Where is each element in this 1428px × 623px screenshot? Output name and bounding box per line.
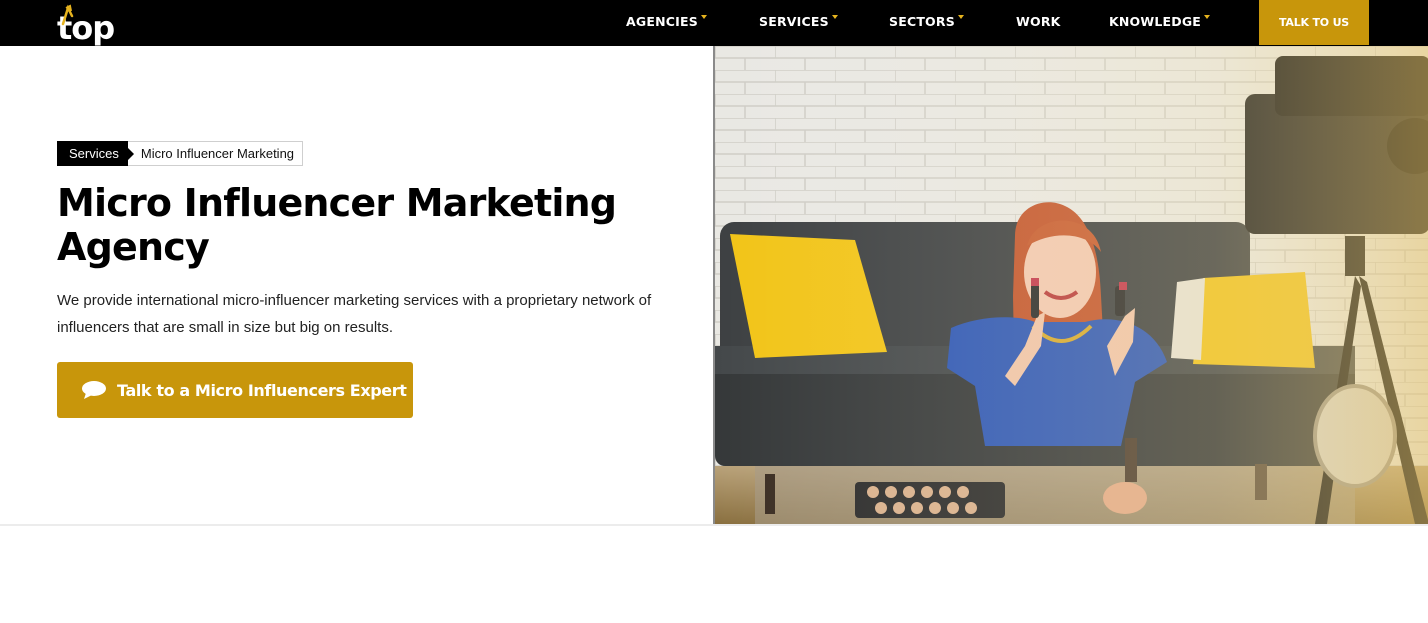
breadcrumb: Services Micro Influencer Marketing — [57, 141, 304, 166]
nav-knowledge[interactable]: KNOWLEDGE — [1109, 14, 1211, 29]
hero-photo — [713, 46, 1428, 524]
caret-down-icon — [700, 15, 707, 19]
nav-work[interactable]: WORK — [1016, 14, 1061, 29]
breadcrumb-services-link[interactable]: Services — [57, 141, 134, 166]
caret-down-icon — [1204, 15, 1211, 19]
nav-knowledge-label: KNOWLEDGE — [1109, 14, 1202, 29]
caret-down-icon — [957, 15, 964, 19]
nav-agencies-label: AGENCIES — [626, 14, 698, 29]
logo[interactable]: top — [56, 2, 120, 46]
top-logo-icon: top — [57, 4, 115, 46]
caret-down-icon — [831, 15, 838, 19]
nav-agencies[interactable]: AGENCIES — [626, 14, 707, 29]
nav-sectors[interactable]: SECTORS — [889, 14, 964, 29]
talk-to-us-button[interactable]: TALK TO US — [1259, 0, 1369, 45]
nav-work-label: WORK — [1016, 14, 1061, 29]
nav-sectors-label: SECTORS — [889, 14, 955, 29]
chat-bubble-icon — [82, 381, 106, 399]
talk-to-expert-button[interactable]: Talk to a Micro Influencers Expert — [57, 362, 413, 418]
page-title: Micro Influencer Marketing Agency — [57, 181, 617, 269]
section-divider — [0, 524, 1428, 526]
top-navigation: top AGENCIES SERVICES SECTORS WORK KNOWL… — [0, 0, 1428, 46]
hero-description: We provide international micro-influence… — [57, 292, 652, 336]
influencer-photo-image — [715, 46, 1428, 524]
nav-services-label: SERVICES — [759, 14, 829, 29]
talk-to-expert-label: Talk to a Micro Influencers Expert — [117, 380, 407, 400]
breadcrumb-current: Micro Influencer Marketing — [127, 141, 304, 166]
nav-services[interactable]: SERVICES — [759, 14, 838, 29]
